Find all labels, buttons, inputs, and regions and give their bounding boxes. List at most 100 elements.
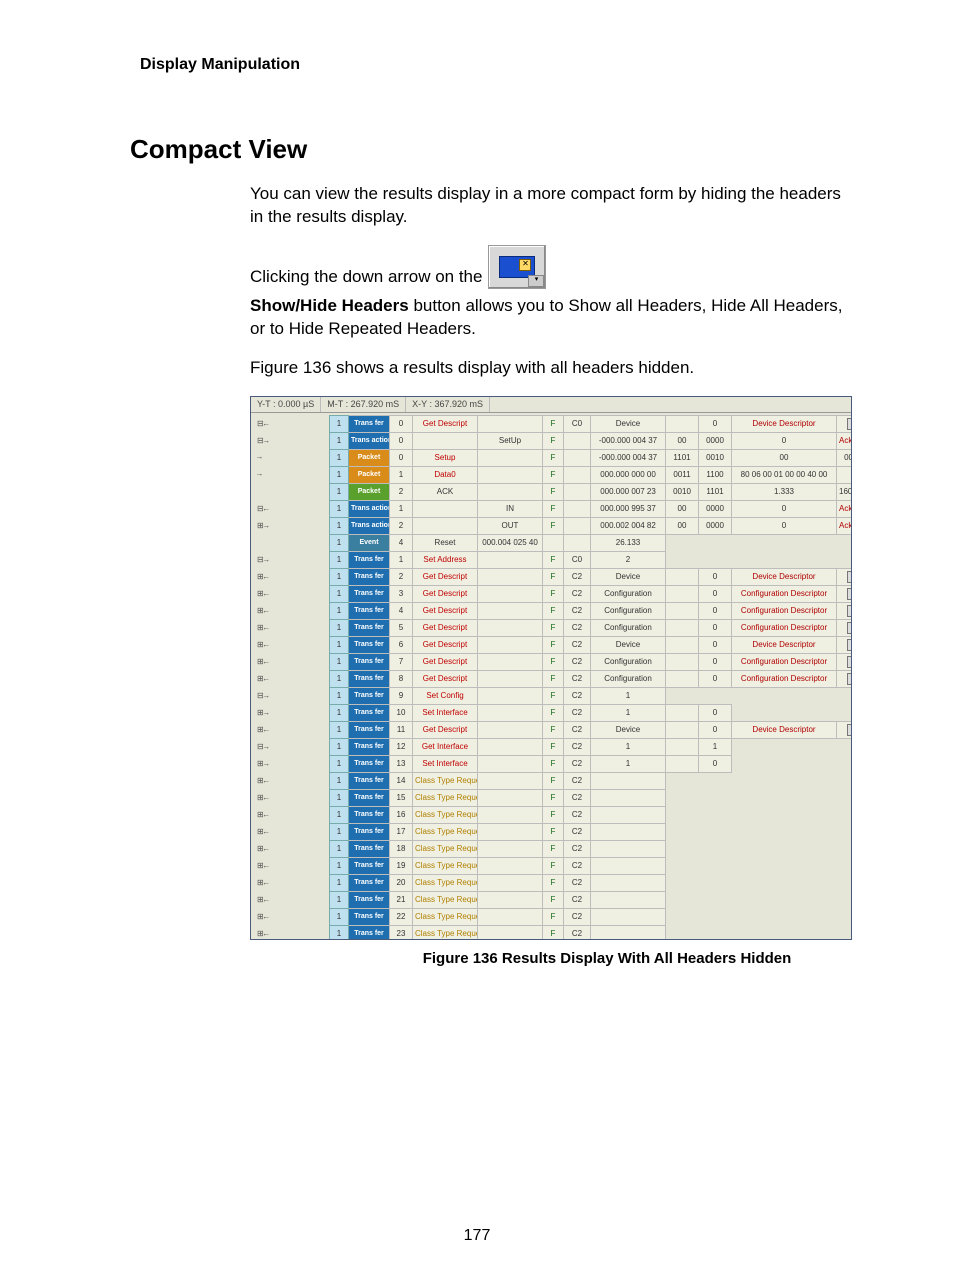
cell: 0 [390,415,413,432]
cell: 00 [666,432,699,449]
cell [666,755,699,772]
cell: Reset [413,534,478,551]
cell: 000.000 007 23 [591,483,666,500]
cell: 1101 [699,483,732,500]
cell: Trans action [349,517,390,534]
cell [699,874,732,891]
cell: 11 [390,721,413,738]
table-row: ⊞←1Trans fer18Class Type RequestFC2 [255,840,851,857]
cell [699,772,732,789]
results-table: ⊟←1Trans fer0Get DescriptFC0Device0Devic… [255,415,851,939]
cell: F [543,670,564,687]
cell: 1 [330,721,349,738]
cell [478,568,543,585]
cell [666,568,699,585]
cell: 0000 [699,432,732,449]
cell: Device [591,636,666,653]
cell: Acknowledged [837,500,852,517]
cell [666,823,699,840]
cell [478,721,543,738]
cell: Configuration [591,585,666,602]
cell [478,789,543,806]
cell [478,755,543,772]
cell: Acknowledged [837,517,852,534]
cell: F [543,551,564,568]
cell [564,432,591,449]
table-row: ⊟→1Trans fer1Set AddressFC02 [255,551,851,568]
table-row: ⊞←1Trans fer11Get DescriptFC2Device0Devi… [255,721,851,738]
cell: 1 [330,670,349,687]
cell: 1 [330,908,349,925]
cell: → [255,449,330,466]
cell [543,534,564,551]
cell [413,500,478,517]
cell: Trans fer [349,687,390,704]
cell [666,874,699,891]
cell [478,908,543,925]
cell: 1 [591,755,666,772]
cell: Trans fer [349,415,390,432]
cell [699,925,732,939]
cell: 20 [390,874,413,891]
cell: F [543,755,564,772]
cell: 19 [390,857,413,874]
cell [666,619,699,636]
cell: Set Address [413,551,478,568]
cell: Setup [413,449,478,466]
cell: F [543,891,564,908]
cell: 000.002 004 82 [591,517,666,534]
cell: 1 [591,738,666,755]
cell: Trans fer [349,704,390,721]
cell: 2 [390,568,413,585]
cell [478,483,543,500]
cell [591,925,666,939]
cell: Trans fer [349,789,390,806]
cell: 13 [390,755,413,772]
cell: Class Type Request [413,925,478,939]
cell [591,806,666,823]
table-row: ⊞←1Trans fer17Class Type RequestFC2 [255,823,851,840]
cell: C2 [564,925,591,939]
cell: 1.333 [732,483,837,500]
cell [591,772,666,789]
page-title: Compact View [130,134,854,165]
cell: 9 [390,687,413,704]
cell: 0000 [837,449,852,466]
cell: Configuration [591,619,666,636]
cell [478,772,543,789]
cell: 0 [699,602,732,619]
table-row: ⊞→1Trans action2OUTF000.002 004 82000000… [255,517,851,534]
cell: C2 [564,636,591,653]
cell: 1 [330,857,349,874]
results-display-screenshot: Y-T : 0.000 µS M-T : 267.920 mS X-Y : 36… [250,396,852,940]
cell: C2 [564,772,591,789]
cell: Trans action [349,432,390,449]
table-row: 1Event4Reset000.004 025 4026.133 [255,534,851,551]
cell: F [543,432,564,449]
cell: 14 [390,772,413,789]
cell: ⊟→ [255,687,330,704]
cell: 2 [591,551,666,568]
table-row: ⊟←1Trans fer0Get DescriptFC0Device0Devic… [255,415,851,432]
cell [666,891,699,908]
cell: C2 [564,857,591,874]
cell: F [543,568,564,585]
cell: 0 [699,585,732,602]
cell: Trans fer [349,908,390,925]
cell: Packet [349,483,390,500]
figure-caption: Figure 136 Results Display With All Head… [360,950,854,967]
cell: Class Type Request [413,789,478,806]
cell [478,619,543,636]
cell: 1 [330,517,349,534]
cell: Configuration [591,602,666,619]
cell: Class Type Request [413,840,478,857]
cell [478,925,543,939]
cell [478,551,543,568]
cell: 0 [699,704,732,721]
cell: Class Type Request [413,823,478,840]
cell: ⊟→ [255,432,330,449]
cell [666,602,699,619]
cell: Trans fer [349,551,390,568]
cell: Trans fer [349,755,390,772]
cell: Device Descriptor [732,568,837,585]
